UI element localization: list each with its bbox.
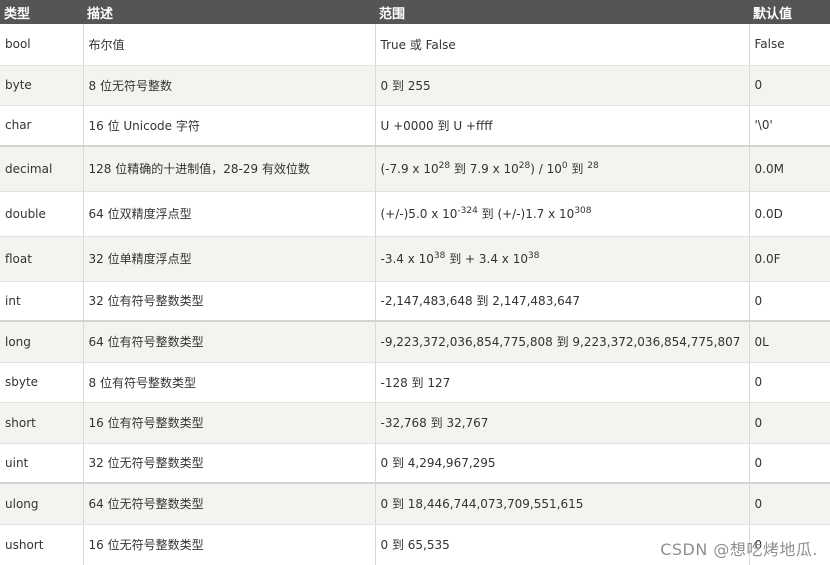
header-range: 范围 [379, 6, 406, 22]
default-value-cell: 0 [749, 483, 830, 525]
range-cell: -32,768 到 32,767 [375, 402, 750, 444]
table-header-row: 类型 描述 范围 默认值 [0, 0, 830, 24]
range-text: 到 + 3.4 x 10 [445, 252, 528, 266]
range-exponent: 38 [527, 251, 540, 261]
type-cell: byte [0, 65, 84, 106]
table-row: bool 布尔值 True 或 False False [0, 24, 830, 66]
table-row: byte 8 位无符号整数 0 到 255 0 [0, 65, 830, 106]
default-value-cell: 0 [749, 281, 830, 322]
range-exponent: 28 [438, 161, 451, 172]
range-exponent: 28 [587, 161, 599, 172]
range-exponent: 38 [433, 251, 446, 261]
table-row: ulong 64 位无符号整数类型 0 到 18,446,744,073,709,5… [0, 483, 830, 525]
page: 类型 描述 范围 默认值 bool 布尔值 True 或 False False byt… [0, 0, 830, 565]
range-text: 到 7.9 x 10 [450, 162, 519, 177]
header-description: 描述 [87, 6, 114, 22]
table-row: decimal 128 位精确的十进制值，28-29 有效位数 (-7.9 x 10… [0, 146, 830, 192]
description-cell: 32 位单精度浮点型 [83, 236, 376, 282]
range-cell: U +0000 到 U +ffff [375, 105, 750, 147]
range-cell: 0 到 18,446,744,073,709,551,615 [375, 483, 750, 525]
description-cell: 8 位有符号整数类型 [83, 362, 376, 403]
type-cell: bool [0, 24, 84, 66]
default-value-cell: 0.0D [749, 191, 830, 237]
table-body: bool 布尔值 True 或 False False byte 8 位无符号整数 0 到 … [0, 24, 830, 565]
type-cell: ushort [0, 524, 84, 565]
default-value-cell: 0.0M [749, 146, 830, 192]
default-value-cell: 0 [749, 65, 830, 106]
type-cell: int [0, 281, 84, 322]
description-cell: 32 位有符号整数类型 [83, 281, 376, 322]
table-row: sbyte 8 位有符号整数类型 -128 到 127 0 [0, 362, 830, 403]
type-cell: short [0, 402, 84, 444]
description-cell: 64 位双精度浮点型 [83, 191, 376, 237]
watermark: CSDN @想吃烤地瓜. [660, 540, 818, 559]
range-text: 到 [567, 162, 588, 177]
data-types-table: 类型 描述 范围 默认值 bool 布尔值 True 或 False False byt… [0, 0, 830, 565]
default-value-cell: 0.0F [749, 236, 830, 282]
default-value-cell: '\0' [749, 105, 830, 147]
table-row: double 64 位双精度浮点型 (+/-)5.0 x 10-324 到 (+/-… [0, 191, 830, 237]
range-text: 到 (+/-)1.7 x 10 [477, 207, 575, 221]
header-type: 类型 [4, 6, 31, 22]
range-cell: -128 到 127 [375, 362, 750, 403]
range-exponent: 28 [518, 161, 531, 172]
type-cell: double [0, 191, 84, 237]
range-text: -3.4 x 10 [380, 252, 434, 266]
table-row: uint 32 位无符号整数类型 0 到 4,294,967,295 0 [0, 443, 830, 484]
type-cell: char [0, 105, 84, 147]
range-cell: -9,223,372,036,854,775,808 到 9,223,372,0… [375, 321, 750, 363]
range-cell: -2,147,483,648 到 2,147,483,647 [375, 281, 750, 322]
range-cell: -3.4 x 1038 到 + 3.4 x 1038 [375, 236, 750, 282]
default-value-cell: 0 [749, 362, 830, 403]
range-exponent: 308 [574, 206, 592, 216]
range-exponent: -324 [457, 206, 478, 216]
range-cell: 0 到 255 [375, 65, 750, 106]
range-text: (+/-)5.0 x 10 [380, 207, 458, 221]
table-row: float 32 位单精度浮点型 -3.4 x 1038 到 + 3.4 x 103… [0, 236, 830, 282]
range-cell: 0 到 4,294,967,295 [375, 443, 750, 484]
type-cell: decimal [0, 146, 84, 192]
default-value-cell: 0 [749, 443, 830, 484]
header-default-value: 默认值 [753, 6, 793, 22]
table-row: short 16 位有符号整数类型 -32,768 到 32,767 0 [0, 402, 830, 444]
default-value-cell: 0L [749, 321, 830, 363]
range-cell: (-7.9 x 1028 到 7.9 x 1028) / 100 到 28 [375, 146, 750, 192]
description-cell: 8 位无符号整数 [83, 65, 376, 106]
description-cell: 64 位无符号整数类型 [83, 483, 376, 525]
description-cell: 64 位有符号整数类型 [83, 321, 376, 363]
range-text: (-7.9 x 10 [380, 162, 439, 177]
range-cell: (+/-)5.0 x 10-324 到 (+/-)1.7 x 10308 [375, 191, 750, 237]
type-cell: uint [0, 443, 84, 484]
default-value-cell: False [749, 24, 830, 66]
description-cell: 128 位精确的十进制值，28-29 有效位数 [83, 146, 376, 192]
range-cell: True 或 False [375, 24, 750, 66]
description-cell: 32 位无符号整数类型 [83, 443, 376, 484]
description-cell: 16 位 Unicode 字符 [83, 105, 376, 147]
type-cell: ulong [0, 483, 84, 525]
default-value-cell: 0 [749, 402, 830, 444]
type-cell: sbyte [0, 362, 84, 403]
table-row: int 32 位有符号整数类型 -2,147,483,648 到 2,147,483… [0, 281, 830, 322]
type-cell: long [0, 321, 84, 363]
description-cell: 16 位有符号整数类型 [83, 402, 376, 444]
description-cell: 布尔值 [83, 24, 376, 66]
type-cell: float [0, 236, 84, 282]
table-row: char 16 位 Unicode 字符 U +0000 到 U +ffff '\0' [0, 105, 830, 147]
description-cell: 16 位无符号整数类型 [83, 524, 376, 565]
range-text: ) / 10 [530, 162, 562, 177]
table-row: long 64 位有符号整数类型 -9,223,372,036,854,775,80… [0, 321, 830, 363]
